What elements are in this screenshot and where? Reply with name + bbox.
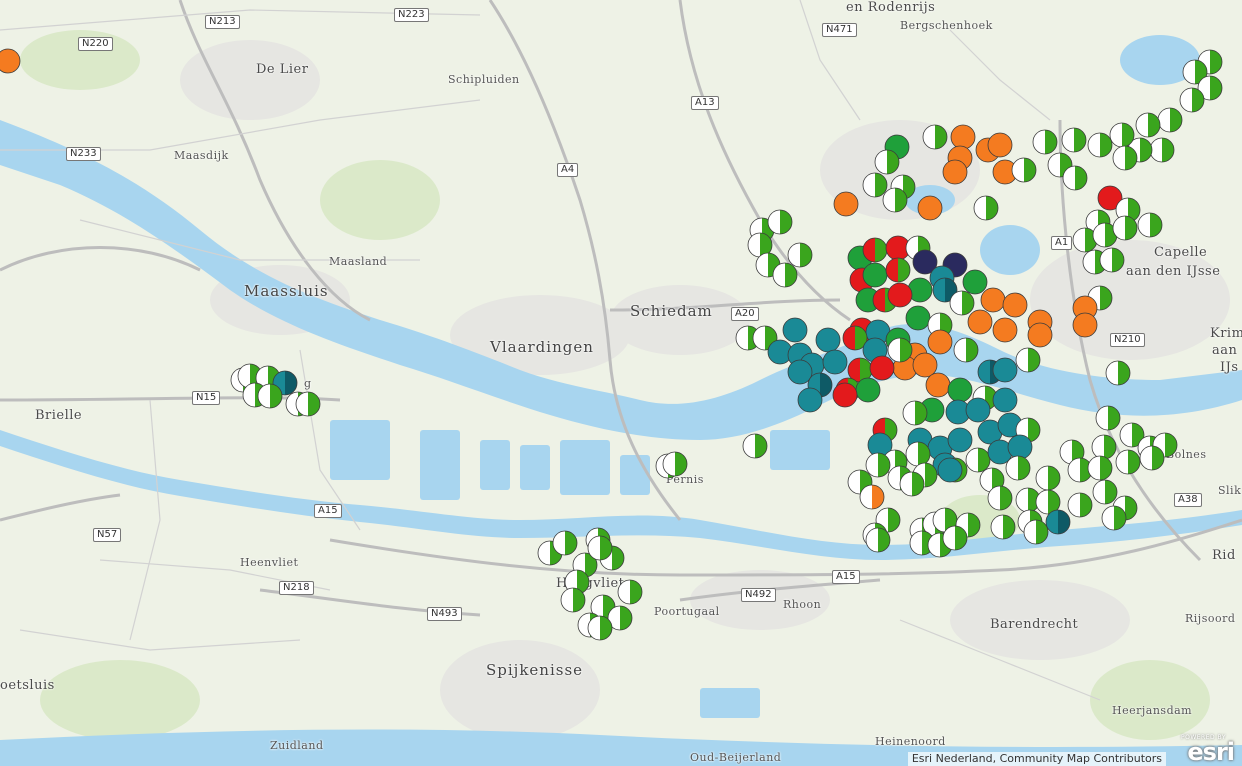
map-marker[interactable] [905, 305, 931, 331]
map-marker[interactable] [987, 132, 1013, 158]
map-marker[interactable] [1109, 122, 1135, 148]
esri-logo[interactable]: POWERED BY esri [1174, 734, 1236, 766]
map-marker[interactable] [1091, 434, 1117, 460]
esri-wordmark: esri [1187, 738, 1235, 766]
map-marker[interactable] [882, 187, 908, 213]
map-marker[interactable] [1035, 465, 1061, 491]
map-marker[interactable] [992, 357, 1018, 383]
map-attribution: Esri Nederland, Community Map Contributo… [907, 752, 1166, 766]
map-marker[interactable] [1139, 445, 1165, 471]
map-marker[interactable] [1002, 292, 1028, 318]
map-marker[interactable] [1112, 145, 1138, 171]
map-marker[interactable] [1101, 505, 1127, 531]
map-marker[interactable] [767, 209, 793, 235]
map-marker[interactable] [865, 527, 891, 553]
map-marker[interactable] [1067, 492, 1093, 518]
map-marker[interactable] [887, 337, 913, 363]
marker-layer [0, 48, 1223, 641]
map-marker[interactable] [617, 579, 643, 605]
map-marker[interactable] [587, 615, 613, 641]
map-marker[interactable] [899, 471, 925, 497]
map-marker[interactable] [902, 400, 928, 426]
map-marker[interactable] [980, 287, 1006, 313]
map-marker[interactable] [950, 124, 976, 150]
map-marker[interactable] [965, 397, 991, 423]
map-marker[interactable] [874, 149, 900, 175]
map-marker[interactable] [990, 514, 1016, 540]
map-marker[interactable] [1011, 157, 1037, 183]
map-marker[interactable] [862, 262, 888, 288]
map-marker[interactable] [1115, 449, 1141, 475]
map-marker[interactable] [937, 457, 963, 483]
map-marker[interactable] [859, 484, 885, 510]
map-marker[interactable] [1061, 127, 1087, 153]
map-marker[interactable] [772, 262, 798, 288]
map-marker[interactable] [797, 387, 823, 413]
map-marker[interactable] [1023, 519, 1049, 545]
map-marker[interactable] [1087, 455, 1113, 481]
map-marker[interactable] [1135, 112, 1161, 138]
map-marker[interactable] [662, 451, 688, 477]
map-marker[interactable] [552, 530, 578, 556]
map-marker[interactable] [1045, 509, 1071, 535]
map-marker[interactable] [742, 433, 768, 459]
map-marker[interactable] [947, 377, 973, 403]
map-marker[interactable] [1032, 129, 1058, 155]
map-marker[interactable] [927, 329, 953, 355]
map-marker[interactable] [1015, 347, 1041, 373]
map-marker[interactable] [965, 447, 991, 473]
map-marker[interactable] [257, 383, 283, 409]
map-marker[interactable] [925, 372, 951, 398]
map-marker[interactable] [987, 485, 1013, 511]
map-marker[interactable] [1149, 137, 1175, 163]
map-view[interactable]: Maassluis Vlaardingen Schiedam Spijkenis… [0, 0, 1242, 766]
map-marker[interactable] [822, 349, 848, 375]
map-marker[interactable] [0, 48, 21, 74]
map-marker[interactable] [949, 290, 975, 316]
map-marker[interactable] [992, 317, 1018, 343]
map-marker[interactable] [942, 525, 968, 551]
map-marker[interactable] [787, 359, 813, 385]
map-marker[interactable] [917, 195, 943, 221]
map-marker[interactable] [865, 452, 891, 478]
map-marker[interactable] [1062, 165, 1088, 191]
map-marker[interactable] [1027, 322, 1053, 348]
map-marker[interactable] [855, 377, 881, 403]
map-marker[interactable] [1005, 455, 1031, 481]
map-marker[interactable] [587, 535, 613, 561]
map-marker[interactable] [947, 427, 973, 453]
map-marker[interactable] [1157, 107, 1183, 133]
map-marker[interactable] [1095, 405, 1121, 431]
map-marker[interactable] [962, 269, 988, 295]
map-marker[interactable] [912, 352, 938, 378]
map-marker[interactable] [1072, 312, 1098, 338]
map-marker[interactable] [885, 257, 911, 283]
map-marker[interactable] [869, 355, 895, 381]
map-marker[interactable] [1105, 360, 1131, 386]
map-marker[interactable] [967, 309, 993, 335]
map-marker[interactable] [787, 242, 813, 268]
map-marker[interactable] [953, 337, 979, 363]
map-marker[interactable] [862, 172, 888, 198]
map-marker[interactable] [1179, 87, 1205, 113]
map-marker[interactable] [560, 587, 586, 613]
map-marker[interactable] [1137, 212, 1163, 238]
map-marker[interactable] [782, 317, 808, 343]
map-marker[interactable] [832, 382, 858, 408]
map-marker[interactable] [1087, 132, 1113, 158]
map-marker[interactable] [922, 124, 948, 150]
map-marker[interactable] [942, 159, 968, 185]
map-marker[interactable] [973, 195, 999, 221]
map-marker[interactable] [295, 391, 321, 417]
map-marker[interactable] [862, 237, 888, 263]
map-marker[interactable] [1007, 434, 1033, 460]
map-marker[interactable] [833, 191, 859, 217]
map-marker[interactable] [815, 327, 841, 353]
map-marker[interactable] [905, 441, 931, 467]
map-marker[interactable] [887, 282, 913, 308]
map-marker[interactable] [1099, 247, 1125, 273]
map-marker[interactable] [992, 387, 1018, 413]
map-marker[interactable] [1112, 215, 1138, 241]
map-marker[interactable] [1092, 479, 1118, 505]
